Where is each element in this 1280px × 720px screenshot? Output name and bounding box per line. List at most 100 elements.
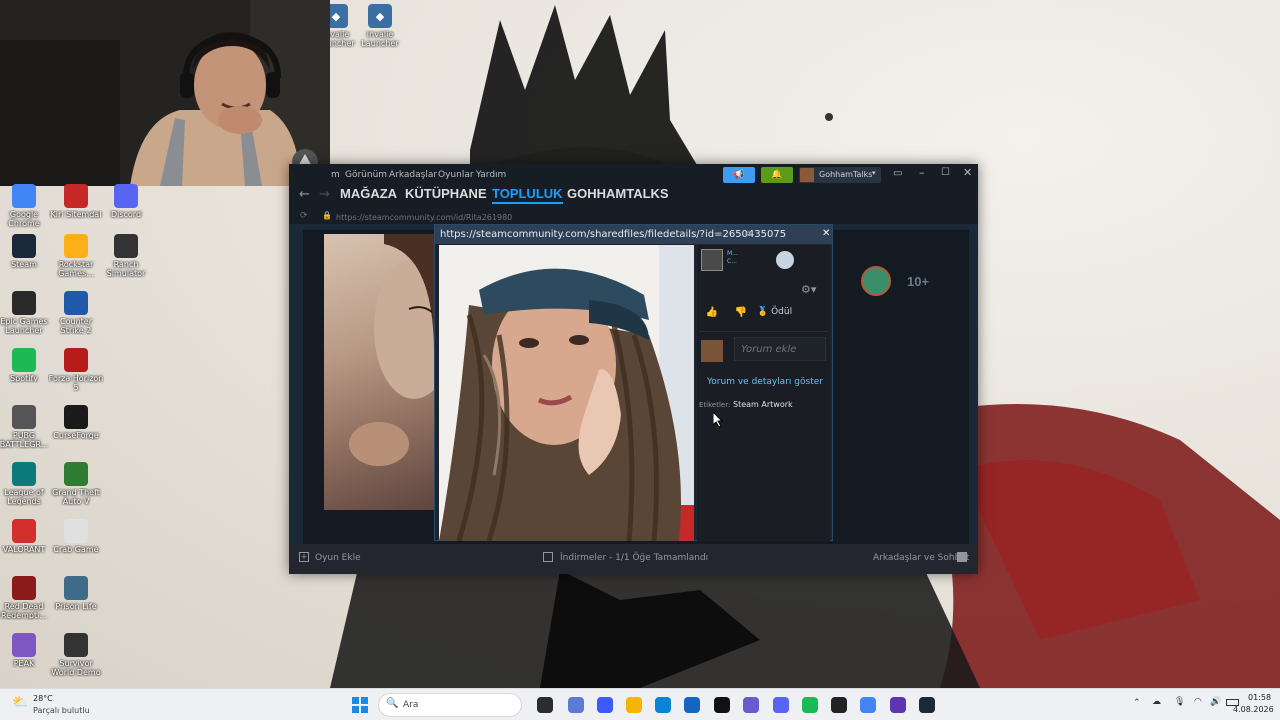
refresh-icon[interactable]: ⟳ xyxy=(300,211,308,221)
desktop-icon[interactable]: Kiri Sitemdal xyxy=(48,184,104,219)
gear-icon[interactable]: ⚙▾ xyxy=(801,283,816,296)
external-link-icon[interactable]: ⧉ xyxy=(745,229,751,239)
clock-date[interactable]: 4.08.2026 xyxy=(1233,705,1274,714)
tags-value[interactable]: Steam Artwork xyxy=(733,400,793,409)
menu-item-help[interactable]: Yardım xyxy=(476,170,506,180)
gta-icon xyxy=(64,462,88,486)
desktop-icon[interactable]: PEAK xyxy=(0,633,52,668)
desktop-icon-label: Forza Horizon 5 xyxy=(48,374,104,392)
edge-icon[interactable] xyxy=(655,697,671,713)
copilot-icon[interactable] xyxy=(568,697,584,713)
weather-widget[interactable]: ⛅ 28°C Parçalı bulutlu xyxy=(10,692,120,718)
desktop-icon[interactable]: Forza Horizon 5 xyxy=(48,348,104,392)
chrome-icon[interactable] xyxy=(860,697,876,713)
x-icon[interactable] xyxy=(714,697,730,713)
desktop-icon-label: Rockstar Games... xyxy=(58,260,94,278)
desktop-icon[interactable]: Spotify xyxy=(0,348,52,383)
screenshot-modal: https://steamcommunity.com/sharedfiles/f… xyxy=(434,224,833,541)
spotify-icon xyxy=(12,348,36,372)
artwork-sidebar: M... C... ⚙▾ 👍 👎 🏅 Ödül Yorum ve detayla… xyxy=(697,245,830,541)
menu-item-friends[interactable]: Arkadaşlar xyxy=(389,170,437,180)
github-icon[interactable] xyxy=(831,697,847,713)
back-arrow-icon[interactable]: ← xyxy=(299,187,310,202)
app-icon[interactable] xyxy=(684,697,700,713)
modal-close-icon[interactable]: ✕ xyxy=(822,228,830,239)
tab-profile[interactable]: GOHHAMTALKS xyxy=(567,186,669,201)
big-picture-icon[interactable]: ▭ xyxy=(893,168,902,179)
downloads-status[interactable]: İndirmeler - 1/1 Öğe Tamamlandı xyxy=(560,553,708,563)
show-details-link[interactable]: Yorum ve detayları göster xyxy=(707,377,823,387)
artwork-image[interactable] xyxy=(439,245,694,541)
desktop-icon[interactable]: CurseForge xyxy=(48,405,104,440)
app-icon[interactable] xyxy=(743,697,759,713)
cloud-icon[interactable]: ☁ xyxy=(1152,697,1161,707)
desktop-icon[interactable]: Prison Life xyxy=(48,576,104,611)
steam-bottombar: + Oyun Ekle İndirmeler - 1/1 Öğe Tamamla… xyxy=(289,544,978,574)
desktop-icon[interactable]: Ranch Simulator xyxy=(98,234,154,278)
close-icon[interactable]: ✕ xyxy=(963,166,972,179)
desktop-icon[interactable]: Discord xyxy=(98,184,154,219)
friends-chat-button[interactable]: Arkadaşlar ve Sohbet xyxy=(873,553,969,563)
tab-store[interactable]: MAĞAZA xyxy=(340,186,397,201)
clock-time[interactable]: 01:58 xyxy=(1248,693,1271,702)
desktop-icon[interactable]: Crab Game xyxy=(48,519,104,554)
author-name[interactable]: M... C... xyxy=(727,250,743,266)
steam-icon[interactable] xyxy=(919,697,935,713)
desktop-icon[interactable]: Epic Games Launcher xyxy=(0,291,52,335)
start-button[interactable] xyxy=(352,697,368,713)
avatar xyxy=(800,168,814,182)
store-icon[interactable] xyxy=(597,697,613,713)
modal-header: https://steamcommunity.com/sharedfiles/f… xyxy=(435,225,832,244)
task-view-icon[interactable] xyxy=(537,697,553,713)
desktop-icon[interactable]: Counter Strike 2 xyxy=(48,291,104,335)
announcements-button[interactable]: 📢 xyxy=(723,167,755,183)
menu-item[interactable]: m xyxy=(331,170,340,180)
notifications-button[interactable]: 🔔 xyxy=(761,167,793,183)
app-icon[interactable] xyxy=(890,697,906,713)
mouse-cursor-icon xyxy=(713,412,723,428)
desktop-icon[interactable]: League of Legends xyxy=(0,462,52,506)
steam-logo-icon xyxy=(776,251,794,269)
discord-icon[interactable] xyxy=(773,697,789,713)
tab-community[interactable]: TOPLULUK xyxy=(492,186,563,204)
desktop-icon[interactable]: Google Chrome xyxy=(0,184,52,228)
forward-arrow-icon[interactable]: → xyxy=(319,187,330,202)
desktop-icon[interactable]: Grand Theft Auto V xyxy=(48,462,104,506)
crab-icon xyxy=(64,519,88,543)
tab-library[interactable]: KÜTÜPHANE xyxy=(405,186,487,201)
author-avatar[interactable] xyxy=(701,249,723,271)
minimize-icon[interactable]: – xyxy=(919,166,925,179)
desktop-icon-label: Ranch Simulator xyxy=(106,260,146,278)
comment-input[interactable] xyxy=(734,337,826,361)
file-explorer-icon[interactable] xyxy=(626,697,642,713)
curseforge-icon xyxy=(64,405,88,429)
desktop-icon[interactable]: Rockstar Games... xyxy=(48,234,104,278)
rockstar-icon xyxy=(64,234,88,258)
modal-url[interactable]: https://steamcommunity.com/sharedfiles/f… xyxy=(440,229,786,240)
wifi-icon[interactable]: ◠ xyxy=(1194,697,1202,707)
friends-chat-icon[interactable] xyxy=(957,552,967,562)
thumbs-up-icon[interactable]: 👍 xyxy=(702,307,722,325)
spotify-icon[interactable] xyxy=(802,697,818,713)
volume-icon[interactable]: 🔊 xyxy=(1210,697,1221,707)
desktop-icon[interactable]: PUBG BATTLEGR... xyxy=(0,405,52,449)
desktop-icon[interactable]: Steam xyxy=(0,234,52,269)
desktop-icon[interactable]: Survivor World Demo xyxy=(48,633,104,677)
add-game-button[interactable]: Oyun Ekle xyxy=(315,553,361,563)
desktop-icon-launcher-2[interactable]: ◆ Invalie Launcher xyxy=(352,4,408,48)
award-button[interactable]: 🏅 Ödül xyxy=(757,307,792,325)
menu-item-view[interactable]: Görünüm xyxy=(345,170,387,180)
tray-chevron-icon[interactable]: ⌃ xyxy=(1133,698,1141,708)
menu-item-games[interactable]: Oyunlar xyxy=(438,170,474,180)
steam-menubar: m Görünüm Arkadaşlar Oyunlar Yardım 📢 🔔 … xyxy=(289,164,978,186)
desktop-icon[interactable]: Red Dead Redempti... xyxy=(0,576,52,620)
add-game-icon[interactable]: + xyxy=(299,552,309,562)
microphone-icon[interactable]: 🎙 xyxy=(1174,697,1185,707)
user-menu[interactable]: GohhamTalks ▾ xyxy=(799,167,881,183)
url-text[interactable]: https://steamcommunity.com/id/Rita261980 xyxy=(336,213,512,222)
thumbs-down-icon[interactable]: 👎 xyxy=(731,307,751,325)
desktop-icon[interactable]: VALORANT xyxy=(0,519,52,554)
lol-icon xyxy=(12,462,36,486)
taskbar-search[interactable]: 🔍 Ara xyxy=(378,693,522,717)
maximize-icon[interactable]: ☐ xyxy=(941,167,950,178)
